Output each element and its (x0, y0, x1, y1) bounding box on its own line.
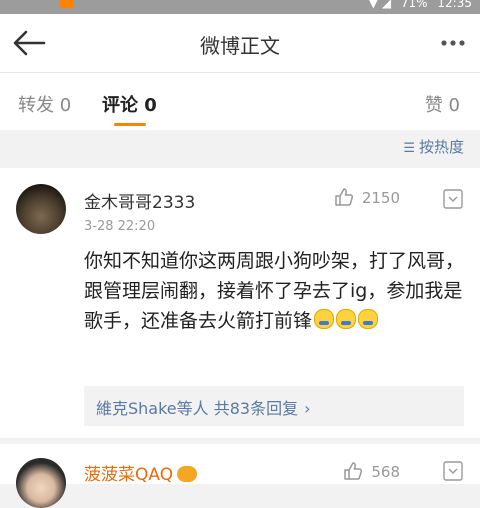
weibo-notification-icon (60, 0, 74, 8)
emoji-icon (336, 309, 357, 329)
avatar[interactable] (16, 184, 66, 234)
sort-label: 按热度 (418, 138, 464, 156)
tab-likes[interactable]: 赞 0 (425, 91, 460, 117)
battery-level: 71% (400, 0, 428, 10)
sort-bar: ☰ 按热度 (0, 130, 480, 166)
emoji-icon (314, 309, 335, 329)
comment-username[interactable]: 菠菠菜QAQ (84, 460, 198, 485)
comment-username-text: 菠菠菜QAQ (84, 465, 174, 485)
comment-menu-button[interactable] (442, 460, 464, 482)
active-tab-indicator (114, 123, 146, 126)
chevron-down-box-icon (443, 189, 463, 209)
comment-text-content: 你知不知道你这两周跟小狗吵架，打了风哥，跟管理层闹翻，接着怀了孕去了ig，参加我… (84, 250, 465, 332)
comment-text: 你知不知道你这两周跟小狗吵架，打了风哥，跟管理层闹翻，接着怀了孕去了ig，参加我… (84, 246, 464, 336)
comment-item: 金木哥哥2333 3-28 22:20 2150 你知不知道你这两周跟小狗吵架，… (0, 168, 480, 438)
like-count: 568 (371, 463, 400, 481)
thumbs-up-icon (335, 188, 353, 206)
comment-item: 菠菠菜QAQ 568 (0, 444, 480, 508)
like-button[interactable]: 568 (343, 461, 400, 481)
clock: 12:35 (437, 0, 472, 10)
reply-summary: 維克Shake等人 共83条回复 › (96, 395, 311, 419)
tab-comments[interactable]: 评论 0 (102, 91, 157, 117)
chevron-right-icon: › (304, 399, 311, 418)
signal-icon: ▼ ◢ (368, 0, 392, 10)
emoji-icon (358, 309, 379, 329)
like-button[interactable]: 2150 (334, 187, 400, 207)
sort-icon: ☰ (403, 141, 415, 156)
avatar[interactable] (16, 458, 66, 508)
header: 微博正文 (0, 14, 480, 73)
reply-summary-text: 維克Shake等人 共83条回复 (96, 399, 299, 418)
page-title: 微博正文 (200, 34, 280, 58)
status-bar: ▼ ◢ 71% 12:35 (0, 0, 480, 14)
comment-timestamp: 3-28 22:20 (84, 219, 156, 234)
thumbs-up-icon (344, 462, 363, 480)
status-right: ▼ ◢ 71% 12:35 (363, 0, 472, 10)
comment-menu-button[interactable] (442, 188, 464, 210)
comment-username[interactable]: 金木哥哥2333 (84, 188, 195, 213)
like-count: 2150 (361, 189, 400, 207)
more-button[interactable] (436, 28, 470, 58)
tab-reposts[interactable]: 转发 0 (18, 91, 71, 117)
chevron-down-box-icon (443, 461, 463, 481)
reply-summary-box[interactable]: 維克Shake等人 共83条回复 › (84, 386, 464, 426)
more-icon (441, 40, 465, 46)
tab-bar: 转发 0 评论 0 赞 0 (0, 73, 480, 130)
sort-button[interactable]: ☰ 按热度 (403, 136, 464, 157)
